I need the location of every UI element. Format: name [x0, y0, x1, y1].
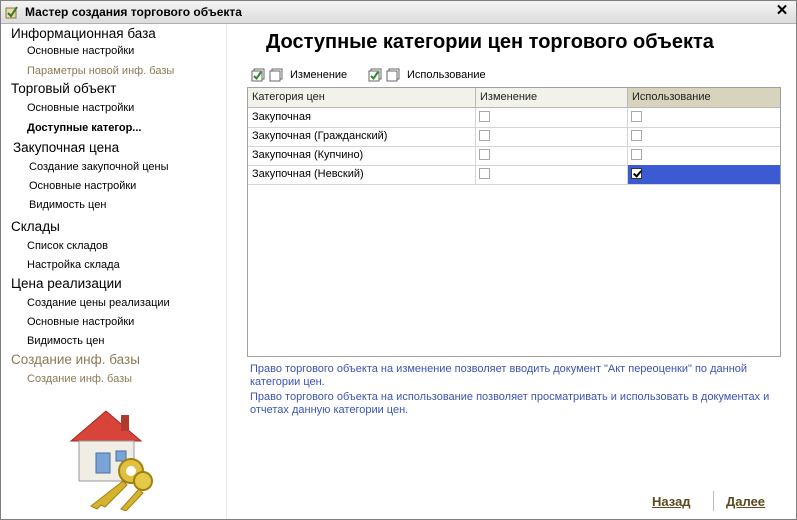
- next-button[interactable]: Далее: [726, 494, 765, 509]
- price-categories-table[interactable]: Категория цен Изменение Использование За…: [247, 87, 781, 357]
- house-keys-logo: [69, 410, 153, 511]
- cell-change: [476, 146, 628, 165]
- toolbar-change-group: Изменение: [251, 67, 347, 83]
- use-checkbox[interactable]: [631, 130, 642, 141]
- cell-change: [476, 165, 628, 184]
- step-section-trade-object[interactable]: Торговый объект: [11, 81, 117, 96]
- window-title: Мастер создания торгового объекта: [25, 5, 242, 19]
- title-bar: Мастер создания торгового объекта ✕: [1, 1, 796, 24]
- toolbar-use-group: Использование: [368, 67, 486, 83]
- step-section-purchase-price[interactable]: Закупочная цена: [13, 140, 119, 155]
- table-row[interactable]: Закупочная (Гражданский): [248, 127, 780, 147]
- cell-use: [628, 146, 780, 165]
- cell-use: [628, 108, 780, 127]
- table-row[interactable]: Закупочная: [248, 108, 780, 128]
- page-title: Доступные категории цен торгового объект…: [266, 31, 714, 53]
- column-header-use[interactable]: Использование: [628, 88, 780, 107]
- cell-change: [476, 108, 628, 127]
- cell-category: Закупочная (Невский): [248, 165, 476, 184]
- step-create-purchase-price[interactable]: Создание закупочной цены: [29, 161, 169, 173]
- cell-use: [628, 127, 780, 146]
- change-checkbox[interactable]: [479, 168, 490, 179]
- toolbar-use-label: Использование: [407, 69, 486, 81]
- wizard-steps-sidebar: Информационная база Основные настройки П…: [1, 24, 226, 519]
- table-header: Категория цен Изменение Использование: [248, 88, 780, 108]
- step-sale-basic-settings[interactable]: Основные настройки: [27, 316, 134, 328]
- back-button[interactable]: Назад: [652, 494, 691, 509]
- step-purchase-basic-settings[interactable]: Основные настройки: [29, 180, 136, 192]
- step-trade-object-basic-settings[interactable]: Основные настройки: [27, 102, 134, 114]
- change-checkbox[interactable]: [479, 111, 490, 122]
- sidebar-divider: [226, 24, 227, 519]
- table-row[interactable]: Закупочная (Купчино): [248, 146, 780, 166]
- toolbar-change-label: Изменение: [290, 69, 348, 81]
- use-checkbox[interactable]: [631, 149, 642, 160]
- change-checkbox[interactable]: [479, 130, 490, 141]
- step-new-infobase-params[interactable]: Параметры новой инф. базы: [27, 65, 174, 77]
- column-header-change[interactable]: Изменение: [476, 88, 628, 107]
- help-text-change: Право торгового объекта на изменение поз…: [250, 363, 748, 388]
- table-row-selected[interactable]: Закупочная (Невский): [248, 165, 780, 185]
- step-sale-price-visibility[interactable]: Видимость цен: [27, 335, 104, 347]
- use-checkbox-checked[interactable]: [631, 168, 642, 179]
- step-section-warehouses[interactable]: Склады: [11, 219, 60, 234]
- footer-divider: [713, 491, 714, 511]
- step-section-sale-price[interactable]: Цена реализации: [11, 276, 122, 291]
- step-warehouse-list[interactable]: Список складов: [27, 240, 108, 252]
- help-text-use: Право торгового объекта на использование…: [250, 391, 770, 416]
- step-purchase-price-visibility[interactable]: Видимость цен: [29, 199, 106, 211]
- step-section-infobase[interactable]: Информационная база: [11, 26, 156, 41]
- step-create-infobase[interactable]: Создание инф. базы: [27, 373, 132, 385]
- cell-category: Закупочная (Гражданский): [248, 127, 476, 146]
- step-section-create-infobase[interactable]: Создание инф. базы: [11, 352, 140, 367]
- check-all-icon[interactable]: [251, 68, 265, 82]
- close-icon[interactable]: ✕: [774, 3, 790, 19]
- step-create-sale-price[interactable]: Создание цены реализации: [27, 297, 170, 309]
- check-all-icon[interactable]: [368, 68, 382, 82]
- cell-use-selected: [628, 165, 780, 184]
- use-checkbox[interactable]: [631, 111, 642, 122]
- cell-category: Закупочная (Купчино): [248, 146, 476, 165]
- cell-change: [476, 127, 628, 146]
- cell-category: Закупочная: [248, 108, 476, 127]
- step-infobase-basic-settings[interactable]: Основные настройки: [27, 45, 134, 57]
- uncheck-all-icon[interactable]: [386, 68, 400, 82]
- uncheck-all-icon[interactable]: [269, 68, 283, 82]
- step-warehouse-setup[interactable]: Настройка склада: [27, 259, 120, 271]
- wizard-window: Мастер создания торгового объекта ✕ Инфо…: [0, 0, 797, 520]
- step-available-categories[interactable]: Доступные категор...: [27, 122, 141, 134]
- column-header-category[interactable]: Категория цен: [248, 88, 476, 107]
- app-icon: [5, 6, 18, 19]
- change-checkbox[interactable]: [479, 149, 490, 160]
